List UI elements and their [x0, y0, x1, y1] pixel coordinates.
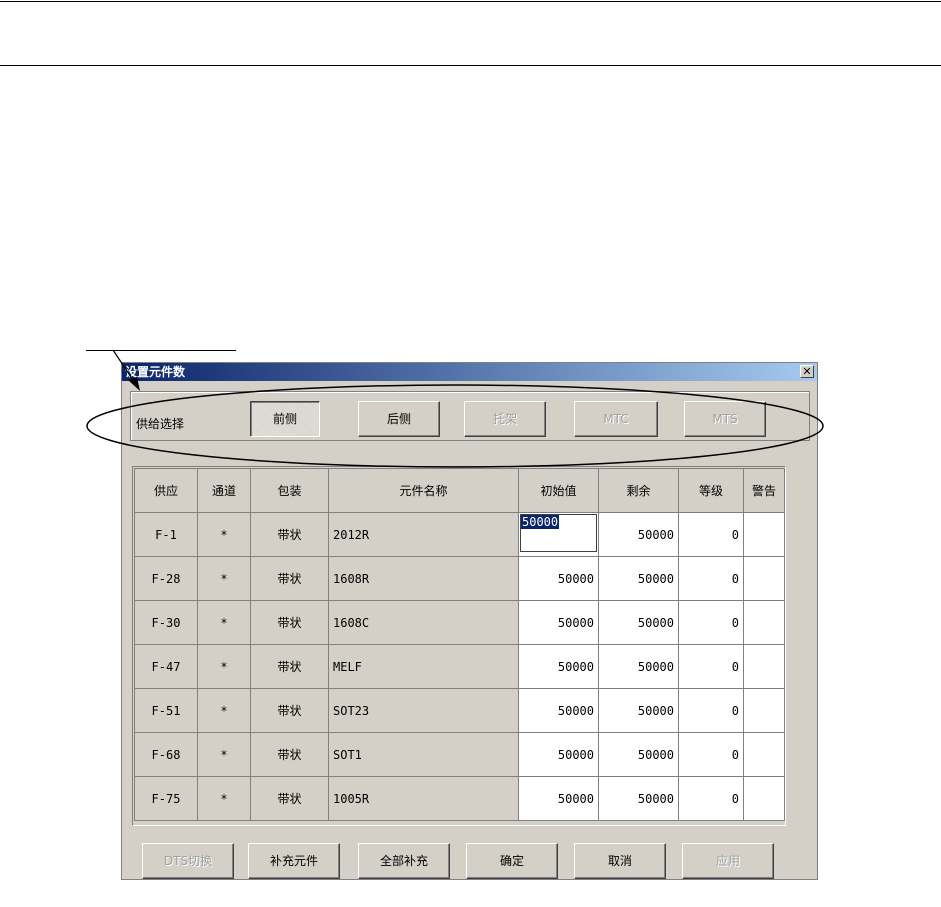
cancel-button[interactable]: 取消	[574, 843, 666, 879]
header-supply: 供应	[134, 468, 198, 513]
channel-cell: *	[197, 644, 251, 689]
supply-cell: F-75	[134, 776, 198, 821]
close-button[interactable]: ✕	[800, 365, 814, 378]
header-warning: 警告	[743, 468, 785, 513]
package-cell: 带状	[250, 644, 329, 689]
header-component-name: 元件名称	[328, 468, 519, 513]
warning-cell[interactable]	[743, 644, 785, 689]
remaining-cell[interactable]: 50000	[598, 556, 679, 601]
supply-front-button[interactable]: 前侧	[250, 401, 320, 437]
top-rule	[0, 1, 941, 2]
table-row: F-1 * 带状 2012R 50000 50000 0	[134, 512, 785, 557]
header-package: 包装	[250, 468, 329, 513]
component-name-cell: 2012R	[328, 512, 519, 557]
table-row: F-28 * 带状 1608R 50000 50000 0	[134, 556, 785, 601]
component-name-cell: 1005R	[328, 776, 519, 821]
level-cell[interactable]: 0	[678, 732, 744, 777]
supply-select-label: 供给选择	[136, 417, 185, 431]
table-row: F-47 * 带状 MELF 50000 50000 0	[134, 644, 785, 689]
supply-cell: F-30	[134, 600, 198, 645]
initial-value-selected-text: 50000	[521, 515, 560, 529]
header-remaining: 剩余	[598, 468, 679, 513]
channel-cell: *	[197, 688, 251, 733]
channel-cell: *	[197, 600, 251, 645]
remaining-cell[interactable]: 50000	[598, 732, 679, 777]
component-grid: 供应 通道 包装 元件名称 初始值 剩余 等级 警告 F-1 * 带状 2012…	[134, 468, 785, 821]
header-level: 等级	[678, 468, 744, 513]
supply-cell: F-1	[134, 512, 198, 557]
table-row: F-30 * 带状 1608C 50000 50000 0	[134, 600, 785, 645]
package-cell: 带状	[250, 512, 329, 557]
remaining-cell[interactable]: 50000	[598, 600, 679, 645]
supply-cell: F-47	[134, 644, 198, 689]
initial-value-cell[interactable]: 50000	[518, 776, 599, 821]
table-row: F-75 * 带状 1005R 50000 50000 0	[134, 776, 785, 821]
channel-cell: *	[197, 732, 251, 777]
apply-button[interactable]: 应用	[682, 843, 774, 879]
component-name-cell: SOT23	[328, 688, 519, 733]
initial-value-cell[interactable]: 50000	[518, 732, 599, 777]
package-cell: 带状	[250, 688, 329, 733]
warning-cell[interactable]	[743, 556, 785, 601]
component-name-cell: 1608C	[328, 600, 519, 645]
initial-value-input[interactable]: 50000	[520, 514, 597, 552]
component-name-cell: MELF	[328, 644, 519, 689]
supply-mtc-button[interactable]: MTC	[574, 401, 658, 437]
initial-value-cell[interactable]: 50000	[518, 556, 599, 601]
package-cell: 带状	[250, 600, 329, 645]
callout-line	[86, 350, 236, 351]
initial-value-cell[interactable]: 50000	[518, 688, 599, 733]
level-cell[interactable]: 0	[678, 776, 744, 821]
supply-cell: F-51	[134, 688, 198, 733]
header-rule	[0, 65, 941, 66]
level-cell[interactable]: 0	[678, 600, 744, 645]
supply-mts-button[interactable]: MTS	[684, 401, 766, 437]
channel-cell: *	[197, 776, 251, 821]
supply-rear-button[interactable]: 后侧	[358, 401, 440, 437]
initial-value-cell-editing[interactable]: 50000	[518, 512, 599, 557]
supply-cell: F-28	[134, 556, 198, 601]
remaining-cell[interactable]: 50000	[598, 512, 679, 557]
initial-value-cell[interactable]: 50000	[518, 600, 599, 645]
grid-header-row: 供应 通道 包装 元件名称 初始值 剩余 等级 警告	[134, 468, 785, 513]
level-cell[interactable]: 0	[678, 556, 744, 601]
warning-cell[interactable]	[743, 732, 785, 777]
replenish-parts-button[interactable]: 补充元件	[248, 843, 340, 879]
channel-cell: *	[197, 556, 251, 601]
warning-cell[interactable]	[743, 512, 785, 557]
table-row: F-68 * 带状 SOT1 50000 50000 0	[134, 732, 785, 777]
replenish-all-button[interactable]: 全部补充	[358, 843, 450, 879]
dialog-title: 设置元件数	[125, 365, 186, 379]
supply-cell: F-68	[134, 732, 198, 777]
set-component-count-dialog: 设置元件数 ✕ 供给选择 前侧 后侧 托架 MTC MTS 供应 通道 包装 元…	[121, 362, 818, 880]
warning-cell[interactable]	[743, 600, 785, 645]
supply-tray-button[interactable]: 托架	[464, 401, 546, 437]
dialog-titlebar: 设置元件数	[122, 363, 817, 381]
header-channel: 通道	[197, 468, 251, 513]
package-cell: 带状	[250, 732, 329, 777]
package-cell: 带状	[250, 556, 329, 601]
level-cell[interactable]: 0	[678, 688, 744, 733]
table-row: F-51 * 带状 SOT23 50000 50000 0	[134, 688, 785, 733]
warning-cell[interactable]	[743, 776, 785, 821]
header-initial-value: 初始值	[518, 468, 599, 513]
ok-button[interactable]: 确定	[466, 843, 558, 879]
remaining-cell[interactable]: 50000	[598, 644, 679, 689]
component-name-cell: 1608R	[328, 556, 519, 601]
channel-cell: *	[197, 512, 251, 557]
level-cell[interactable]: 0	[678, 512, 744, 557]
level-cell[interactable]: 0	[678, 644, 744, 689]
package-cell: 带状	[250, 776, 329, 821]
component-name-cell: SOT1	[328, 732, 519, 777]
remaining-cell[interactable]: 50000	[598, 688, 679, 733]
remaining-cell[interactable]: 50000	[598, 776, 679, 821]
warning-cell[interactable]	[743, 688, 785, 733]
initial-value-cell[interactable]: 50000	[518, 644, 599, 689]
dts-switch-button[interactable]: DTS切换	[142, 843, 234, 879]
